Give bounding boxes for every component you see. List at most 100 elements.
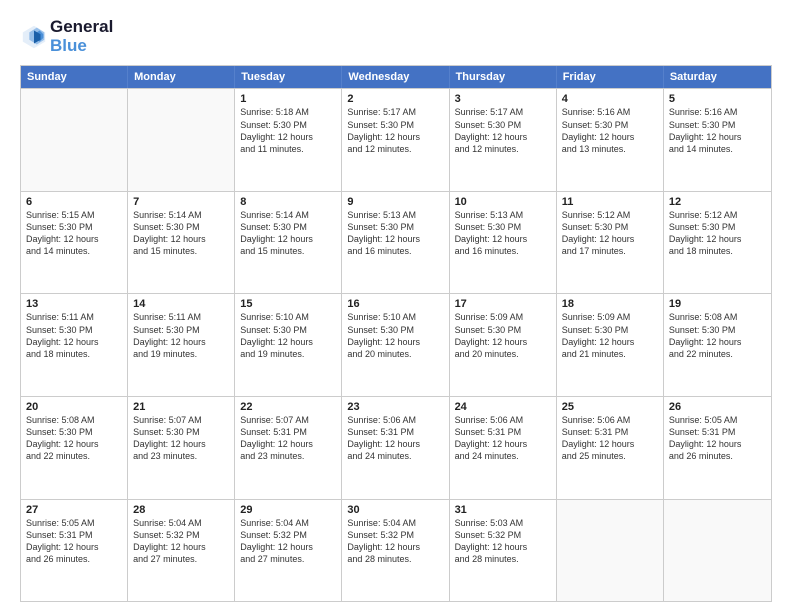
calendar-cell: 22Sunrise: 5:07 AM Sunset: 5:31 PM Dayli… [235,397,342,499]
day-number: 7 [133,196,229,208]
calendar-cell: 8Sunrise: 5:14 AM Sunset: 5:30 PM Daylig… [235,192,342,294]
calendar-cell: 10Sunrise: 5:13 AM Sunset: 5:30 PM Dayli… [450,192,557,294]
logo-blue: Blue [50,37,113,56]
day-info: Sunrise: 5:12 AM Sunset: 5:30 PM Dayligh… [669,209,766,258]
day-info: Sunrise: 5:06 AM Sunset: 5:31 PM Dayligh… [562,414,658,463]
calendar-cell: 2Sunrise: 5:17 AM Sunset: 5:30 PM Daylig… [342,89,449,191]
day-info: Sunrise: 5:16 AM Sunset: 5:30 PM Dayligh… [562,106,658,155]
day-info: Sunrise: 5:04 AM Sunset: 5:32 PM Dayligh… [347,517,443,566]
calendar-cell: 24Sunrise: 5:06 AM Sunset: 5:31 PM Dayli… [450,397,557,499]
day-number: 20 [26,401,122,413]
day-info: Sunrise: 5:16 AM Sunset: 5:30 PM Dayligh… [669,106,766,155]
day-number: 10 [455,196,551,208]
day-number: 27 [26,504,122,516]
day-number: 31 [455,504,551,516]
day-number: 16 [347,298,443,310]
day-info: Sunrise: 5:03 AM Sunset: 5:32 PM Dayligh… [455,517,551,566]
day-number: 15 [240,298,336,310]
weekday-header-monday: Monday [128,66,235,88]
calendar-cell: 3Sunrise: 5:17 AM Sunset: 5:30 PM Daylig… [450,89,557,191]
calendar-cell: 27Sunrise: 5:05 AM Sunset: 5:31 PM Dayli… [21,500,128,602]
calendar-cell: 13Sunrise: 5:11 AM Sunset: 5:30 PM Dayli… [21,294,128,396]
calendar-cell: 17Sunrise: 5:09 AM Sunset: 5:30 PM Dayli… [450,294,557,396]
day-info: Sunrise: 5:06 AM Sunset: 5:31 PM Dayligh… [347,414,443,463]
calendar-cell: 11Sunrise: 5:12 AM Sunset: 5:30 PM Dayli… [557,192,664,294]
day-number: 18 [562,298,658,310]
day-info: Sunrise: 5:10 AM Sunset: 5:30 PM Dayligh… [347,311,443,360]
day-info: Sunrise: 5:18 AM Sunset: 5:30 PM Dayligh… [240,106,336,155]
calendar-row-1: 6Sunrise: 5:15 AM Sunset: 5:30 PM Daylig… [21,191,771,294]
day-info: Sunrise: 5:09 AM Sunset: 5:30 PM Dayligh… [562,311,658,360]
day-number: 13 [26,298,122,310]
day-number: 28 [133,504,229,516]
day-number: 23 [347,401,443,413]
day-info: Sunrise: 5:08 AM Sunset: 5:30 PM Dayligh… [26,414,122,463]
calendar-cell: 6Sunrise: 5:15 AM Sunset: 5:30 PM Daylig… [21,192,128,294]
calendar-cell: 14Sunrise: 5:11 AM Sunset: 5:30 PM Dayli… [128,294,235,396]
calendar-body: 1Sunrise: 5:18 AM Sunset: 5:30 PM Daylig… [21,88,771,601]
header: General Blue [20,18,772,55]
day-info: Sunrise: 5:09 AM Sunset: 5:30 PM Dayligh… [455,311,551,360]
weekday-header-saturday: Saturday [664,66,771,88]
calendar-cell: 26Sunrise: 5:05 AM Sunset: 5:31 PM Dayli… [664,397,771,499]
calendar-cell: 12Sunrise: 5:12 AM Sunset: 5:30 PM Dayli… [664,192,771,294]
calendar-header: SundayMondayTuesdayWednesdayThursdayFrid… [21,66,771,88]
day-number: 14 [133,298,229,310]
calendar-cell: 16Sunrise: 5:10 AM Sunset: 5:30 PM Dayli… [342,294,449,396]
day-info: Sunrise: 5:07 AM Sunset: 5:30 PM Dayligh… [133,414,229,463]
day-number: 4 [562,93,658,105]
calendar-cell: 21Sunrise: 5:07 AM Sunset: 5:30 PM Dayli… [128,397,235,499]
day-number: 11 [562,196,658,208]
logo-icon [20,23,48,51]
calendar-cell: 28Sunrise: 5:04 AM Sunset: 5:32 PM Dayli… [128,500,235,602]
calendar-cell [128,89,235,191]
day-number: 22 [240,401,336,413]
calendar-cell [21,89,128,191]
day-number: 19 [669,298,766,310]
weekday-header-friday: Friday [557,66,664,88]
day-info: Sunrise: 5:05 AM Sunset: 5:31 PM Dayligh… [26,517,122,566]
calendar-cell: 18Sunrise: 5:09 AM Sunset: 5:30 PM Dayli… [557,294,664,396]
day-info: Sunrise: 5:05 AM Sunset: 5:31 PM Dayligh… [669,414,766,463]
day-info: Sunrise: 5:17 AM Sunset: 5:30 PM Dayligh… [455,106,551,155]
day-number: 30 [347,504,443,516]
day-info: Sunrise: 5:14 AM Sunset: 5:30 PM Dayligh… [133,209,229,258]
day-number: 25 [562,401,658,413]
day-info: Sunrise: 5:15 AM Sunset: 5:30 PM Dayligh… [26,209,122,258]
day-number: 21 [133,401,229,413]
logo-general: General [50,18,113,37]
page: General Blue SundayMondayTuesdayWednesda… [0,0,792,612]
calendar-cell: 19Sunrise: 5:08 AM Sunset: 5:30 PM Dayli… [664,294,771,396]
day-info: Sunrise: 5:11 AM Sunset: 5:30 PM Dayligh… [26,311,122,360]
day-info: Sunrise: 5:04 AM Sunset: 5:32 PM Dayligh… [133,517,229,566]
calendar-cell: 7Sunrise: 5:14 AM Sunset: 5:30 PM Daylig… [128,192,235,294]
day-number: 5 [669,93,766,105]
day-number: 26 [669,401,766,413]
day-number: 8 [240,196,336,208]
day-info: Sunrise: 5:11 AM Sunset: 5:30 PM Dayligh… [133,311,229,360]
logo: General Blue [20,18,113,55]
day-number: 17 [455,298,551,310]
calendar-row-3: 20Sunrise: 5:08 AM Sunset: 5:30 PM Dayli… [21,396,771,499]
day-info: Sunrise: 5:07 AM Sunset: 5:31 PM Dayligh… [240,414,336,463]
calendar-cell: 20Sunrise: 5:08 AM Sunset: 5:30 PM Dayli… [21,397,128,499]
calendar-row-2: 13Sunrise: 5:11 AM Sunset: 5:30 PM Dayli… [21,293,771,396]
calendar-row-4: 27Sunrise: 5:05 AM Sunset: 5:31 PM Dayli… [21,499,771,602]
day-info: Sunrise: 5:08 AM Sunset: 5:30 PM Dayligh… [669,311,766,360]
calendar-cell [664,500,771,602]
weekday-header-thursday: Thursday [450,66,557,88]
day-info: Sunrise: 5:10 AM Sunset: 5:30 PM Dayligh… [240,311,336,360]
calendar-cell: 9Sunrise: 5:13 AM Sunset: 5:30 PM Daylig… [342,192,449,294]
calendar-cell: 15Sunrise: 5:10 AM Sunset: 5:30 PM Dayli… [235,294,342,396]
day-number: 1 [240,93,336,105]
calendar-cell: 30Sunrise: 5:04 AM Sunset: 5:32 PM Dayli… [342,500,449,602]
day-info: Sunrise: 5:14 AM Sunset: 5:30 PM Dayligh… [240,209,336,258]
calendar-row-0: 1Sunrise: 5:18 AM Sunset: 5:30 PM Daylig… [21,88,771,191]
day-number: 6 [26,196,122,208]
day-info: Sunrise: 5:13 AM Sunset: 5:30 PM Dayligh… [347,209,443,258]
day-info: Sunrise: 5:12 AM Sunset: 5:30 PM Dayligh… [562,209,658,258]
weekday-header-tuesday: Tuesday [235,66,342,88]
day-info: Sunrise: 5:06 AM Sunset: 5:31 PM Dayligh… [455,414,551,463]
calendar-cell: 25Sunrise: 5:06 AM Sunset: 5:31 PM Dayli… [557,397,664,499]
calendar-cell: 29Sunrise: 5:04 AM Sunset: 5:32 PM Dayli… [235,500,342,602]
